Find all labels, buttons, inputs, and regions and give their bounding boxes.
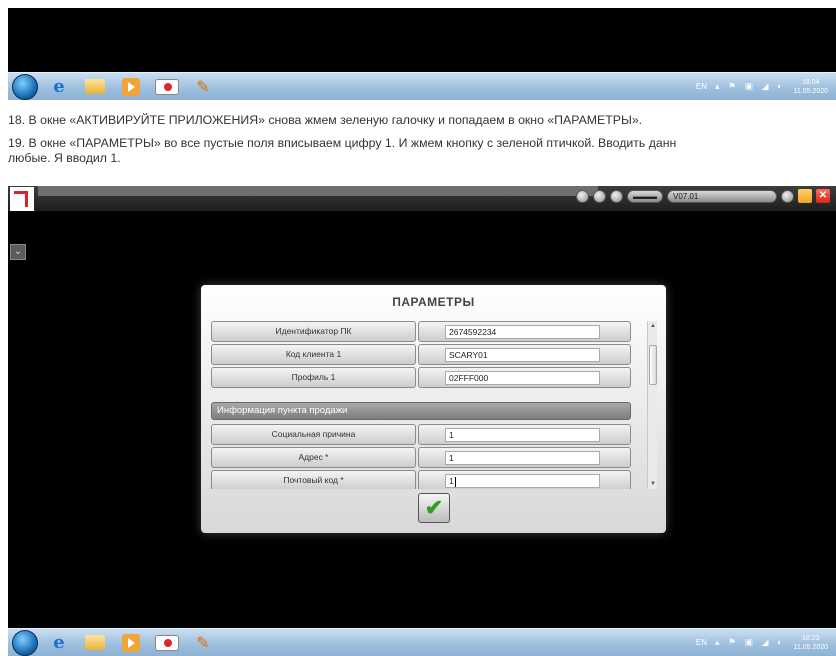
dialog-title: ПАРАМЕТРЫ <box>392 295 475 309</box>
form-row-profile: Профиль 1 02FFF000 <box>211 367 631 388</box>
field-label: Социальная причина <box>211 424 416 445</box>
section-header: Информация пункта продажи <box>211 402 631 420</box>
taskbar: e ✎ EN ▴ ⚑ ▣ ◢ ◐ 18:04 11.05.2020 <box>8 72 836 100</box>
close-button[interactable]: ✕ <box>816 189 830 203</box>
windows-start-icon[interactable] <box>12 629 38 656</box>
form-row-postal-code: Почтовый код * 1 <box>211 470 631 489</box>
scroll-up-icon[interactable]: ▲ <box>648 321 658 331</box>
media-player-icon[interactable] <box>116 632 146 654</box>
clock-time: 18:23 <box>801 634 820 642</box>
clock-date: 11.05.2020 <box>793 87 828 95</box>
internet-explorer-icon[interactable]: e <box>44 632 74 654</box>
instruction-step-18: 18. В окне «АКТИВИРУЙТЕ ПРИЛОЖЕНИЯ» снов… <box>8 113 643 127</box>
clock-time: 18:04 <box>801 78 820 86</box>
instruction-step-19-continued: любые. Я вводил 1. <box>8 151 121 165</box>
system-tray: EN ▴ ⚑ ▣ ◢ ◐ 18:04 11.05.2020 <box>696 78 836 96</box>
profile-field[interactable]: 02FFF000 <box>445 371 600 385</box>
scrollbar-thumb[interactable] <box>649 345 657 385</box>
folder-icon[interactable] <box>80 632 110 654</box>
help-icon[interactable] <box>781 189 794 203</box>
scroll-down-icon[interactable]: ▼ <box>648 479 658 489</box>
system-tray: EN ▴ ⚑ ▣ ◢ ◐ 18:23 11.05.2020 <box>696 634 836 652</box>
battery-icon[interactable]: ▬▬▬ <box>627 189 663 203</box>
app-header: ▪ ▬▬▬ V07.01 ✕ <box>8 186 836 211</box>
language-indicator[interactable]: EN <box>696 82 707 91</box>
minimize-button[interactable] <box>798 189 812 203</box>
clock[interactable]: 18:04 11.05.2020 <box>793 78 828 96</box>
internet-explorer-icon[interactable]: e <box>44 76 74 98</box>
form-row-client-code: Код клиента 1 SCARY01 <box>211 344 631 365</box>
bottom-screenshot: ▪ ▬▬▬ V07.01 ✕ ⌄ ПАРАМЕТРЫ Идентификатор… <box>8 186 836 656</box>
app-controls: ▬▬▬ V07.01 ✕ <box>576 189 830 203</box>
clock[interactable]: 18:23 11.05.2020 <box>793 634 828 652</box>
language-indicator[interactable]: EN <box>696 638 707 647</box>
app-title-bar: ▪ <box>38 186 598 196</box>
media-player-icon[interactable] <box>116 76 146 98</box>
taskbar: e ✎ EN ▴ ⚑ ▣ ◢ ◐ 18:23 11.05.2020 <box>8 628 836 656</box>
app-logo <box>10 187 34 211</box>
pc-id-field[interactable]: 2674592234 <box>445 325 600 339</box>
tray-icons[interactable]: ▴ ⚑ ▣ ◢ ◐ <box>715 637 785 648</box>
folder-icon[interactable] <box>80 76 110 98</box>
client-code-field[interactable]: SCARY01 <box>445 348 600 362</box>
instruction-step-19: 19. В окне «ПАРАМЕТРЫ» во все пустые пол… <box>8 136 677 150</box>
paint-icon[interactable]: ✎ <box>188 632 218 654</box>
clock-date: 11.05.2020 <box>793 643 828 651</box>
home-icon[interactable] <box>593 189 606 203</box>
top-screenshot: e ✎ EN ▴ ⚑ ▣ ◢ ◐ 18:04 11.05.2020 <box>8 8 836 100</box>
scrollbar[interactable]: ▲ ▼ <box>647 321 657 489</box>
form-row-address: Адрес * 1 <box>211 447 631 468</box>
address-field[interactable]: 1 <box>445 451 600 465</box>
field-label: Почтовый код * <box>211 470 416 489</box>
field-label: Код клиента 1 <box>211 344 416 365</box>
dialog-form: Идентификатор ПК 2674592234 Код клиента … <box>211 321 642 489</box>
confirm-button[interactable]: ✔ <box>418 493 450 523</box>
recorder-icon[interactable] <box>152 632 182 654</box>
postal-code-value: 1 <box>449 476 454 486</box>
download-icon[interactable] <box>576 189 589 203</box>
field-label: Адрес * <box>211 447 416 468</box>
version-label: V07.01 <box>667 189 777 203</box>
text-cursor <box>454 476 456 487</box>
parameters-dialog: ПАРАМЕТРЫ Идентификатор ПК 2674592234 Ко… <box>201 285 666 533</box>
postal-code-field[interactable]: 1 <box>445 474 600 488</box>
tray-icons[interactable]: ▴ ⚑ ▣ ◢ ◐ <box>715 81 785 92</box>
checkmark-icon: ✔ <box>424 495 444 520</box>
windows-start-icon[interactable] <box>12 73 38 100</box>
field-label: Профиль 1 <box>211 367 416 388</box>
field-label: Идентификатор ПК <box>211 321 416 342</box>
social-reason-field[interactable]: 1 <box>445 428 600 442</box>
form-row-social-reason: Социальная причина 1 <box>211 424 631 445</box>
chevron-down-icon[interactable]: ⌄ <box>10 244 26 260</box>
recorder-icon[interactable] <box>152 76 182 98</box>
settings-icon[interactable] <box>610 189 623 203</box>
paint-icon[interactable]: ✎ <box>188 76 218 98</box>
form-row-pc-id: Идентификатор ПК 2674592234 <box>211 321 631 342</box>
